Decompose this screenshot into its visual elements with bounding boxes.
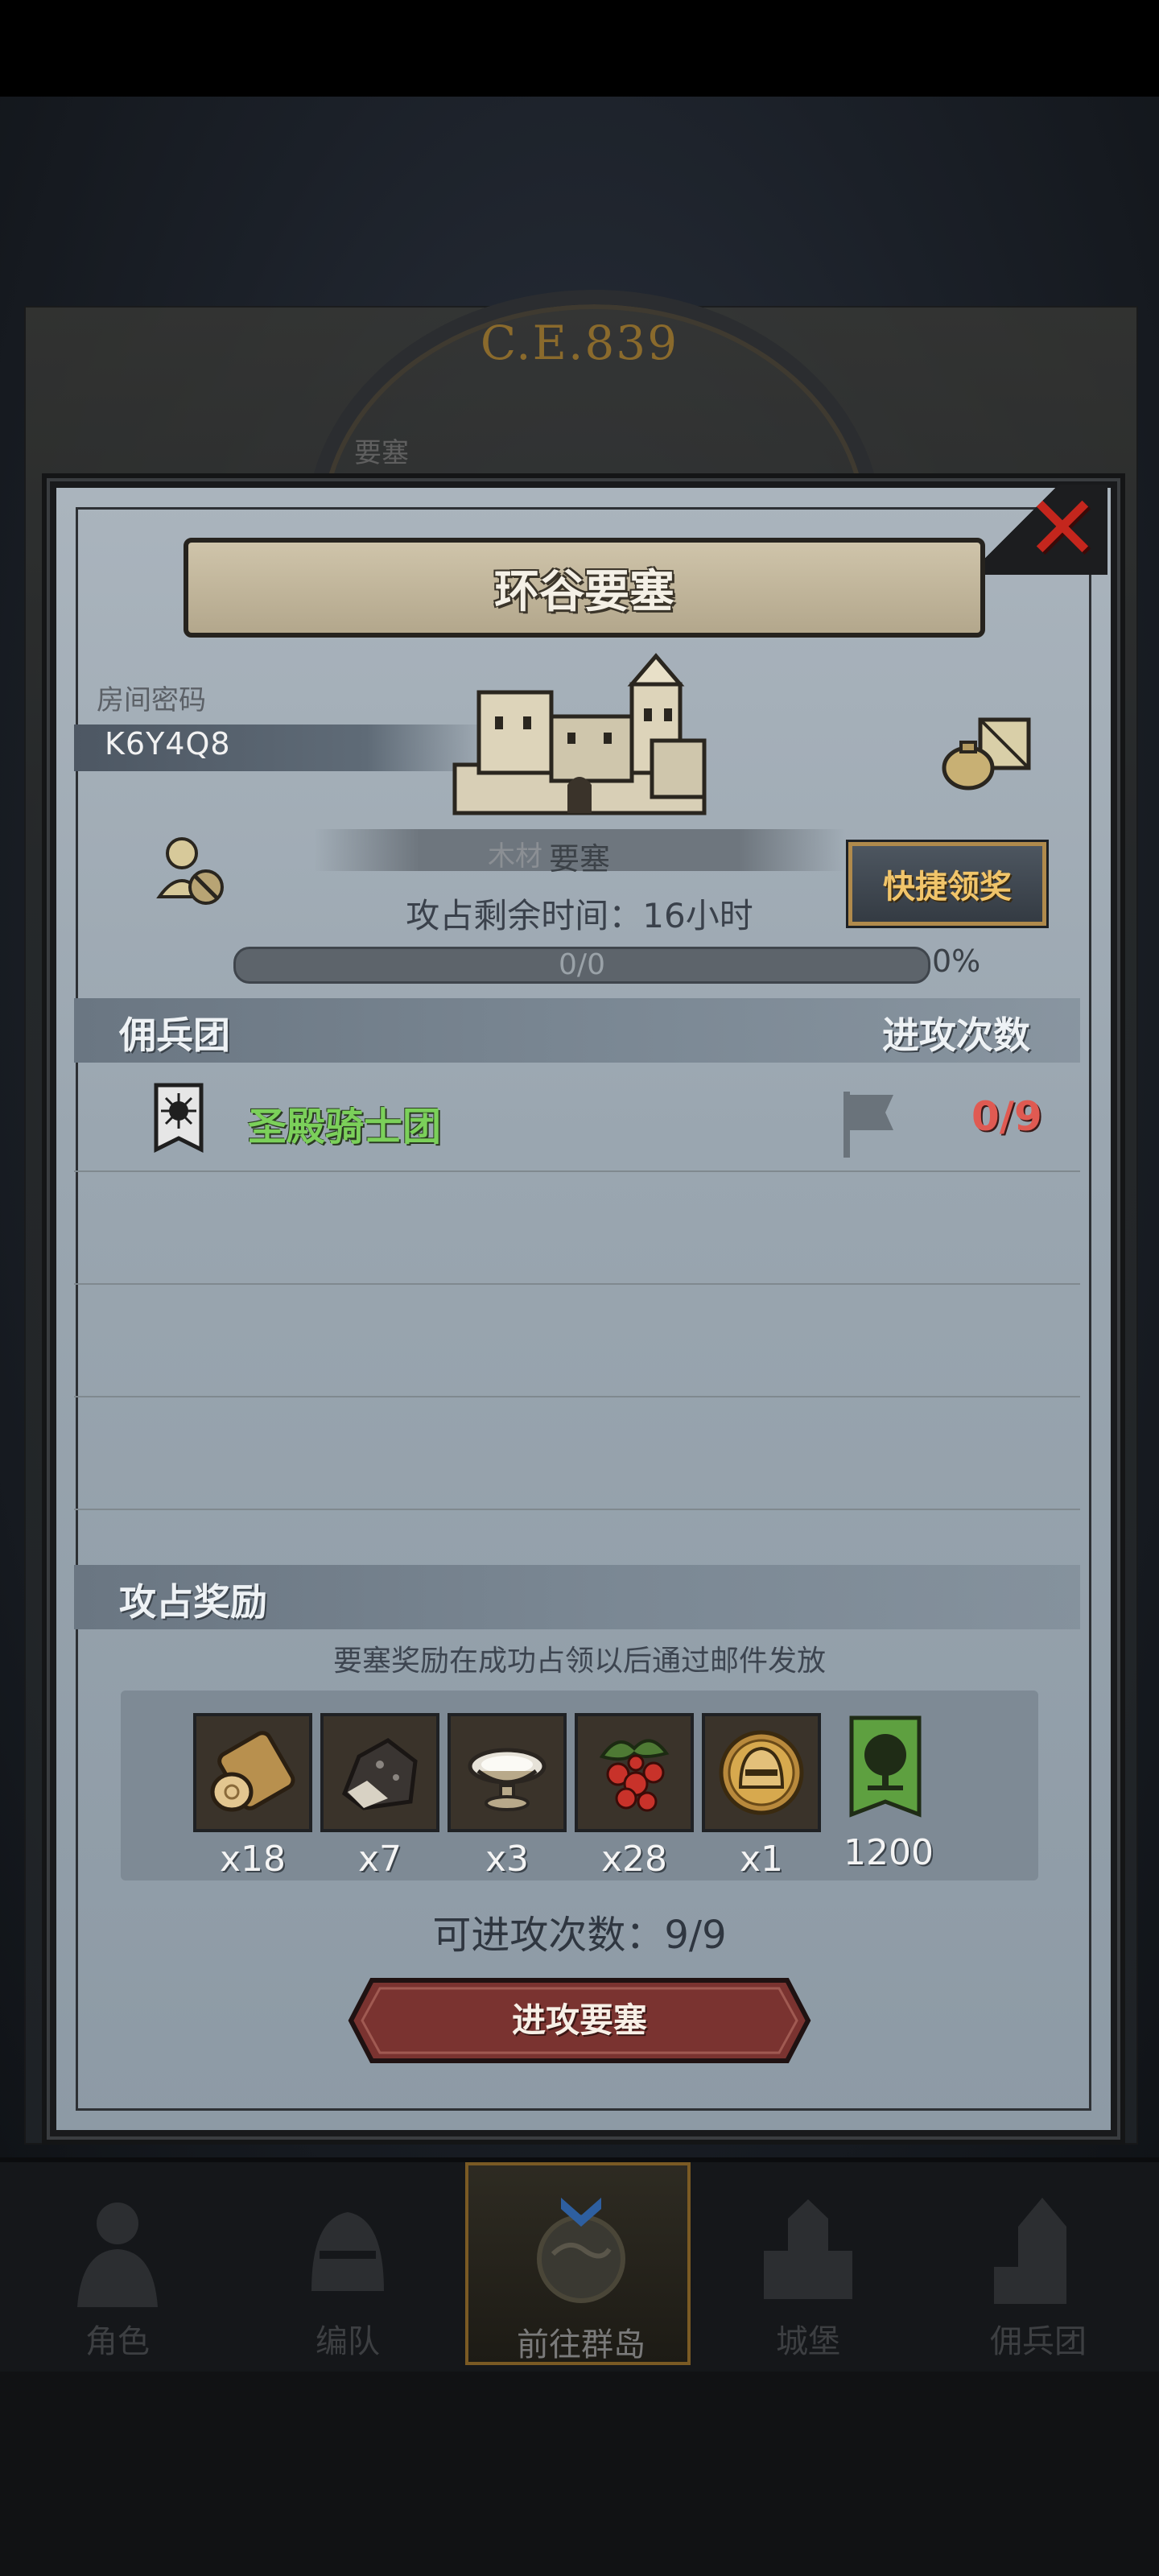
mercenary-row[interactable]: 圣殿骑士团 0/9 xyxy=(74,1063,1080,1172)
reward-quantity: x7 xyxy=(357,1839,402,1880)
rewards-note: 要塞奖励在成功占领以后通过邮件发放 xyxy=(332,1645,826,1678)
reward-quantity: x3 xyxy=(485,1839,530,1880)
reward-quantity: x28 xyxy=(600,1839,668,1880)
reward-item[interactable]: x1 xyxy=(702,1713,821,1880)
room-code-label: 房间密码 xyxy=(97,684,206,716)
capture-progress-label: 0/0 xyxy=(559,948,605,981)
map-fortress-label: 要塞 xyxy=(354,437,409,469)
reward-quantity: x1 xyxy=(739,1839,784,1880)
castle-icon xyxy=(764,2199,852,2299)
fortress-castle-icon xyxy=(452,653,707,815)
flag-icon xyxy=(843,1092,893,1158)
close-button[interactable]: ✕ xyxy=(1022,484,1103,572)
mercenary-attack-count: 0/9 xyxy=(971,1093,1042,1140)
nav-label: 城堡 xyxy=(776,2323,840,2360)
silver-bowl-icon xyxy=(468,1748,547,1811)
title-banner: 环谷要塞 xyxy=(184,538,985,638)
attack-count-header: 进攻次数 xyxy=(882,1013,1030,1057)
reward-item[interactable]: 1200 xyxy=(829,1713,948,1873)
rewards-header: 攻占奖励 xyxy=(119,1580,267,1624)
nav-item-castle[interactable]: 城堡 xyxy=(695,2162,921,2365)
capture-progress-bar: 0/0 xyxy=(233,947,930,984)
attacks-remaining: 可进攻次数：9/9 xyxy=(432,1913,727,1958)
capture-progress-percent: 0% xyxy=(932,943,981,979)
globe-icon xyxy=(537,2198,625,2303)
dialog-title: 环谷要塞 xyxy=(494,565,674,618)
helmet-icon xyxy=(311,2212,384,2291)
empty-row-divider xyxy=(74,1509,1080,1510)
knight-icon xyxy=(77,2202,158,2307)
tree-banner-icon xyxy=(849,1715,922,1818)
mercenary-tower-icon xyxy=(994,2198,1066,2304)
berries-icon xyxy=(599,1739,670,1812)
reward-item[interactable]: x3 xyxy=(448,1713,567,1880)
reward-item[interactable]: x7 xyxy=(320,1713,439,1880)
era-label: C.E.839 xyxy=(480,316,679,370)
wood-log-icon xyxy=(210,1731,295,1812)
nav-label: 编队 xyxy=(316,2323,380,2360)
system-nav-area xyxy=(0,2372,1159,2576)
mercenary-name: 圣殿骑士团 xyxy=(248,1104,442,1150)
attack-button-label: 进攻要塞 xyxy=(511,2000,647,2040)
reward-quantity: x18 xyxy=(219,1839,287,1880)
knight-helmet-medal-icon xyxy=(719,1730,804,1815)
empty-row-divider xyxy=(74,1396,1080,1397)
nav-item-team[interactable]: 编队 xyxy=(235,2162,460,2365)
status-bar xyxy=(0,0,1159,97)
nav-item-character[interactable]: 角色 xyxy=(5,2162,230,2365)
reward-quantity: 1200 xyxy=(843,1832,934,1873)
nav-label: 前往群岛 xyxy=(517,2326,645,2363)
reward-item[interactable]: x28 xyxy=(575,1713,694,1880)
mercenary-header: 佣兵团 xyxy=(119,1013,230,1057)
nav-item-archipelago[interactable]: 前往群岛 xyxy=(465,2162,691,2365)
capture-time-remaining: 攻占剩余时间：16小时 xyxy=(406,896,753,935)
nav-item-mercenary[interactable]: 佣兵团 xyxy=(926,2162,1151,2365)
nav-label: 角色 xyxy=(85,2323,150,2360)
stone-ore-icon xyxy=(341,1738,418,1810)
reward-bag-crate-icon[interactable] xyxy=(940,712,1035,792)
reward-item[interactable]: x18 xyxy=(193,1713,312,1880)
sun-banner-icon xyxy=(154,1083,204,1154)
empty-row-divider xyxy=(74,1283,1080,1285)
close-icon: ✕ xyxy=(1025,477,1100,580)
attack-fortress-button[interactable]: 进攻要塞 xyxy=(348,1977,811,2064)
nav-label: 佣兵团 xyxy=(990,2323,1087,2360)
room-code[interactable]: K6Y4Q8 xyxy=(105,726,231,762)
